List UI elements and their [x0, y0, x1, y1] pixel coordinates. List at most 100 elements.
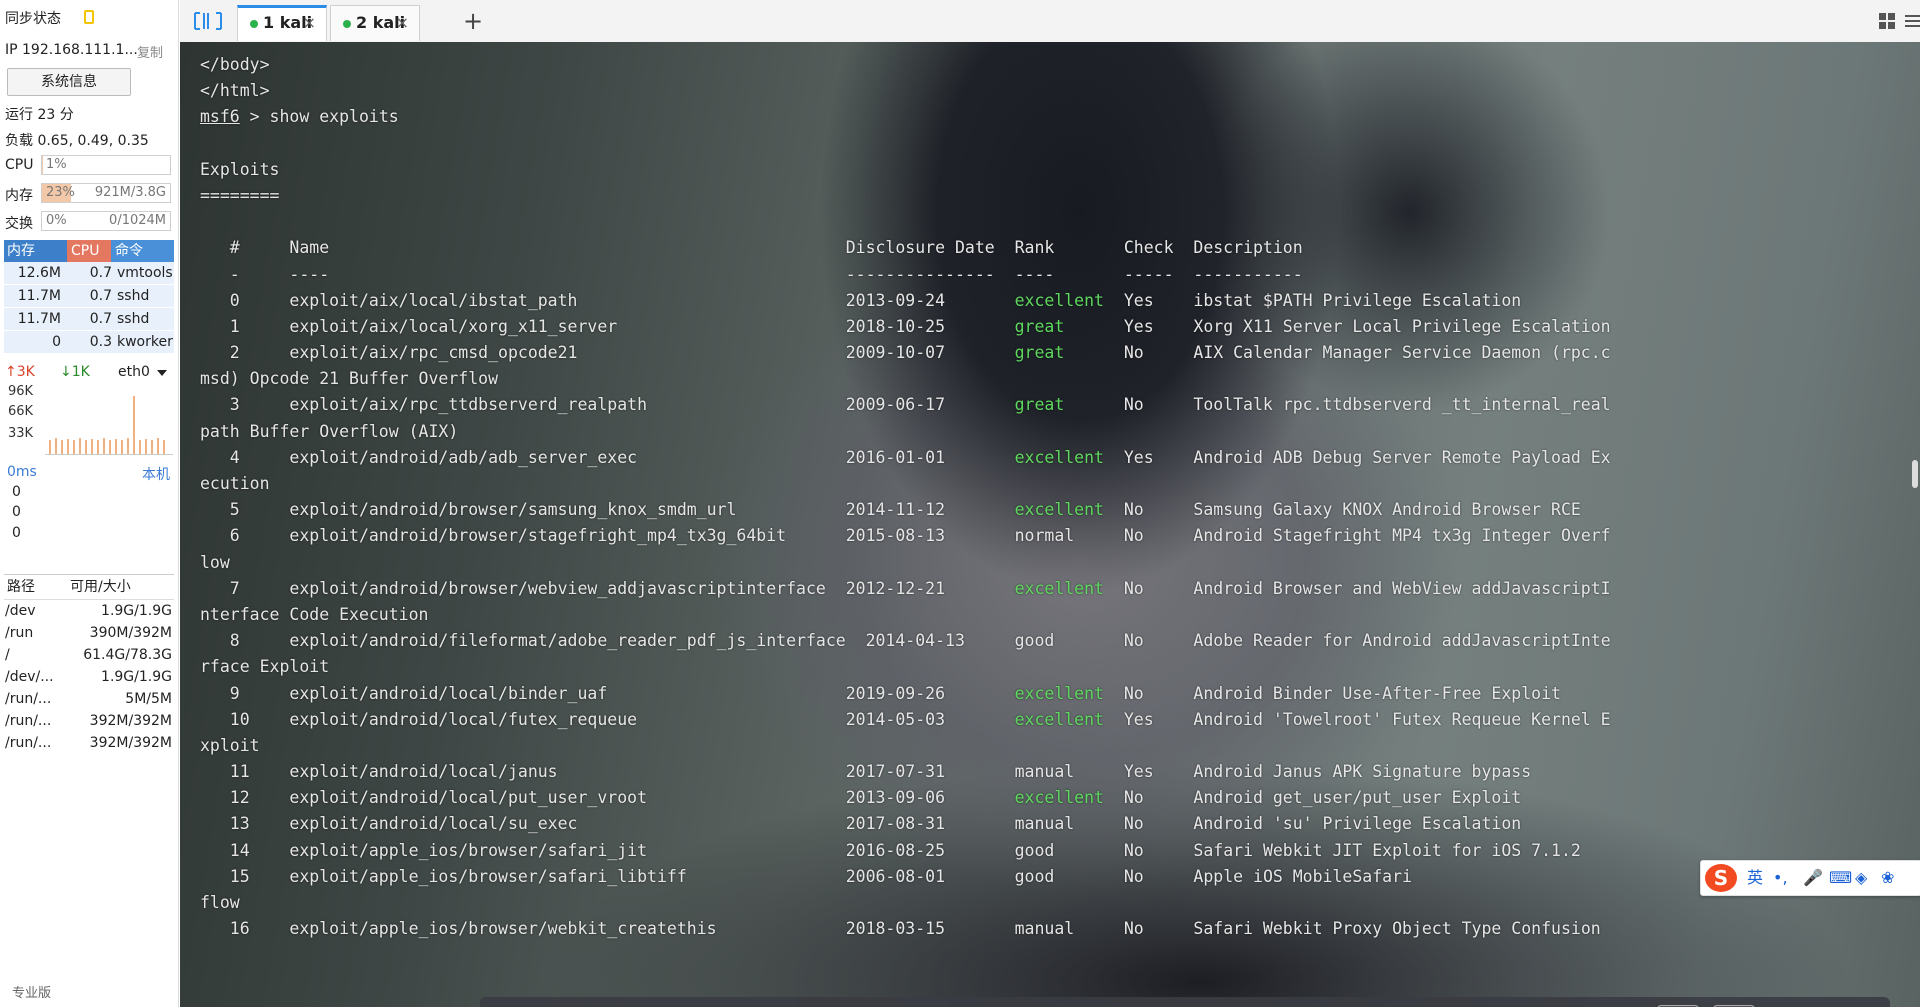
terminal-line-text: 15 exploit/apple_ios/browser/safari_libt…: [200, 866, 1015, 886]
exploit-rank: excellent: [1014, 500, 1104, 520]
tab-bar: 1 kali × 2 kali × +: [180, 0, 1920, 43]
mem-meter: 23% 921M/3.8G: [41, 183, 171, 203]
terminal-line-text: # Name Disclosure Date Rank Check Descri…: [200, 238, 1303, 258]
terminal-line-text: No Android 'su' Privilege Escalation: [1074, 814, 1522, 834]
disk-col-path: 路径: [7, 579, 35, 595]
terminal-line: 6 exploit/android/browser/stagefright_mp…: [200, 523, 1611, 549]
terminal-line-text: No ToolTalk rpc.ttdbserverd _tt_internal…: [1064, 395, 1611, 415]
terminal-line: 0 exploit/aix/local/ibstat_path 2013-09-…: [200, 288, 1611, 314]
terminal-line-text: No Android Stagefright MP4 tx3g Integer …: [1074, 526, 1611, 546]
terminal-line: nterface Code Execution: [200, 602, 1611, 628]
proc-col-mem[interactable]: 内存: [4, 240, 67, 262]
menu-icon[interactable]: [1904, 12, 1920, 30]
skin-icon[interactable]: ◈: [1855, 867, 1867, 889]
cpu-meter-fill: [42, 156, 44, 174]
upload-rate-value: 3K: [16, 364, 35, 380]
terminal-line-text: rface Exploit: [200, 657, 330, 677]
disk-size: 61.4G/78.3G: [83, 647, 172, 663]
disk-path: /run/...: [5, 713, 52, 729]
command-bar: 历史 选项 ⚡ ⧉ ❏ ⚲ ⚙ ⇧ ▭: [480, 997, 1917, 1007]
close-icon[interactable]: ×: [396, 6, 409, 40]
ping-value: 0: [12, 525, 21, 541]
exploit-rank: manual: [1014, 762, 1075, 782]
network-interface-select[interactable]: eth0: [118, 364, 150, 380]
disk-path: /: [5, 647, 10, 663]
table-row: 0 0.3 kworker: [4, 331, 174, 354]
ping-latency: 0ms: [7, 464, 37, 480]
table-row: /dev 1.9G/1.9G: [4, 600, 174, 622]
chevron-down-icon[interactable]: [157, 370, 167, 376]
terminal-line-text: > show exploits: [239, 107, 399, 127]
table-row: / 61.4G/78.3G: [4, 644, 174, 666]
table-row: /run 390M/392M: [4, 622, 174, 644]
terminal-line-text: Exploits: [200, 159, 280, 179]
toolbox-icon[interactable]: ❀: [1881, 867, 1894, 889]
table-row: /run/... 5M/5M: [4, 688, 174, 710]
terminal-line-text: No Android get_user/put_user Exploit: [1103, 788, 1522, 808]
terminal-line-text: No Android Browser and WebView addJavasc…: [1103, 578, 1611, 598]
proc-mem: 11.7M: [17, 311, 61, 327]
cpu-percent: 1%: [46, 157, 67, 172]
terminal-line-text: </body>: [200, 55, 270, 74]
terminal-line: flow: [200, 890, 1611, 916]
keyboard-icon[interactable]: ⌨: [1829, 867, 1852, 889]
disk-path: /run/...: [5, 691, 52, 707]
disk-size: 392M/392M: [89, 713, 172, 729]
disk-path: /run: [5, 625, 34, 641]
proc-col-cmd[interactable]: 命令: [111, 240, 174, 262]
sidebar-toggle-icon[interactable]: [192, 10, 224, 32]
cpu-meter: 1%: [41, 155, 171, 175]
new-tab-button[interactable]: +: [463, 6, 483, 36]
tab-kali-1[interactable]: 1 kali ×: [237, 5, 327, 41]
terminal-line-text: flow: [200, 893, 240, 912]
terminal-line-text: - ---- --------------- ---- ----- ------…: [200, 264, 1303, 284]
disk-size: 392M/392M: [89, 735, 172, 751]
ime-toolbar: S 英 •, 🎤 ⌨ ◈ ❀: [1700, 860, 1920, 896]
microphone-icon[interactable]: 🎤: [1803, 867, 1823, 889]
terminal-line-text: 13 exploit/android/local/su_exec 2017-08…: [200, 814, 1015, 834]
terminal-line: 8 exploit/android/fileformat/adobe_reade…: [200, 628, 1611, 654]
exploit-rank: excellent: [1014, 709, 1104, 729]
ping-value: 0: [12, 504, 21, 520]
terminal-line: 9 exploit/android/local/binder_uaf 2019-…: [200, 681, 1611, 707]
proc-cmd: kworker: [117, 334, 173, 350]
terminal-line: </body>: [200, 52, 1611, 78]
terminal-line-text: No Android Binder Use-After-Free Exploit: [1103, 683, 1561, 703]
disk-size: 1.9G/1.9G: [101, 669, 172, 685]
sogou-logo-icon[interactable]: S: [1705, 864, 1737, 892]
terminal-line-text: 10 exploit/android/local/futex_requeue 2…: [200, 709, 1015, 729]
terminal-view[interactable]: </body> </html> msf6 > show exploits Exploi…: [180, 42, 1920, 1007]
terminal-scrollbar[interactable]: [1912, 460, 1918, 488]
upload-rate: ↑3K: [5, 364, 35, 380]
terminal-line: 12 exploit/android/local/put_user_vroot …: [200, 785, 1611, 811]
terminal-line-text: 12 exploit/android/local/put_user_vroot …: [200, 788, 1015, 808]
ime-language-mode[interactable]: 英: [1747, 867, 1763, 889]
terminal-line-text: No Samsung Galaxy KNOX Android Browser R…: [1103, 500, 1581, 520]
terminal-line: 15 exploit/apple_ios/browser/safari_libt…: [200, 864, 1611, 890]
terminal-line-text: low: [200, 552, 230, 572]
layout-grid-icon[interactable]: [1878, 12, 1896, 30]
terminal-line-text: 11 exploit/android/local/janus 2017-07-3…: [200, 762, 1015, 782]
command-input[interactable]: [500, 997, 1404, 1007]
close-icon[interactable]: ×: [303, 8, 316, 38]
terminal-line: rface Exploit: [200, 654, 1611, 680]
system-info-button[interactable]: 系统信息: [7, 68, 131, 96]
terminal-line-text: 0 exploit/aix/local/ibstat_path 2013-09-…: [200, 290, 1015, 310]
net-tick-label: 96K: [8, 384, 34, 399]
swap-meter: 0% 0/1024M: [41, 211, 171, 231]
net-tick-label: 33K: [8, 426, 34, 441]
ime-punctuation[interactable]: •,: [1773, 867, 1788, 889]
disk-col-avail: 可用/大小: [70, 579, 131, 595]
terminal-line-text: 14 exploit/apple_ios/browser/safari_jit …: [200, 840, 1015, 860]
proc-col-cpu[interactable]: CPU: [67, 240, 111, 262]
terminal-line-text: Yes ibstat $PATH Privilege Escalation: [1103, 290, 1522, 310]
copy-ip-link[interactable]: 复制: [137, 42, 163, 61]
exploit-rank: excellent: [1014, 447, 1104, 467]
terminal-line-text: msd) Opcode 21 Buffer Overflow: [200, 369, 499, 389]
terminal-line: 13 exploit/android/local/su_exec 2017-08…: [200, 811, 1611, 837]
terminal-line: path Buffer Overflow (AIX): [200, 419, 1611, 445]
tab-kali-2[interactable]: 2 kali ×: [330, 5, 420, 41]
exploit-rank: great: [1014, 395, 1065, 415]
ping-target-link[interactable]: 本机: [142, 464, 170, 484]
